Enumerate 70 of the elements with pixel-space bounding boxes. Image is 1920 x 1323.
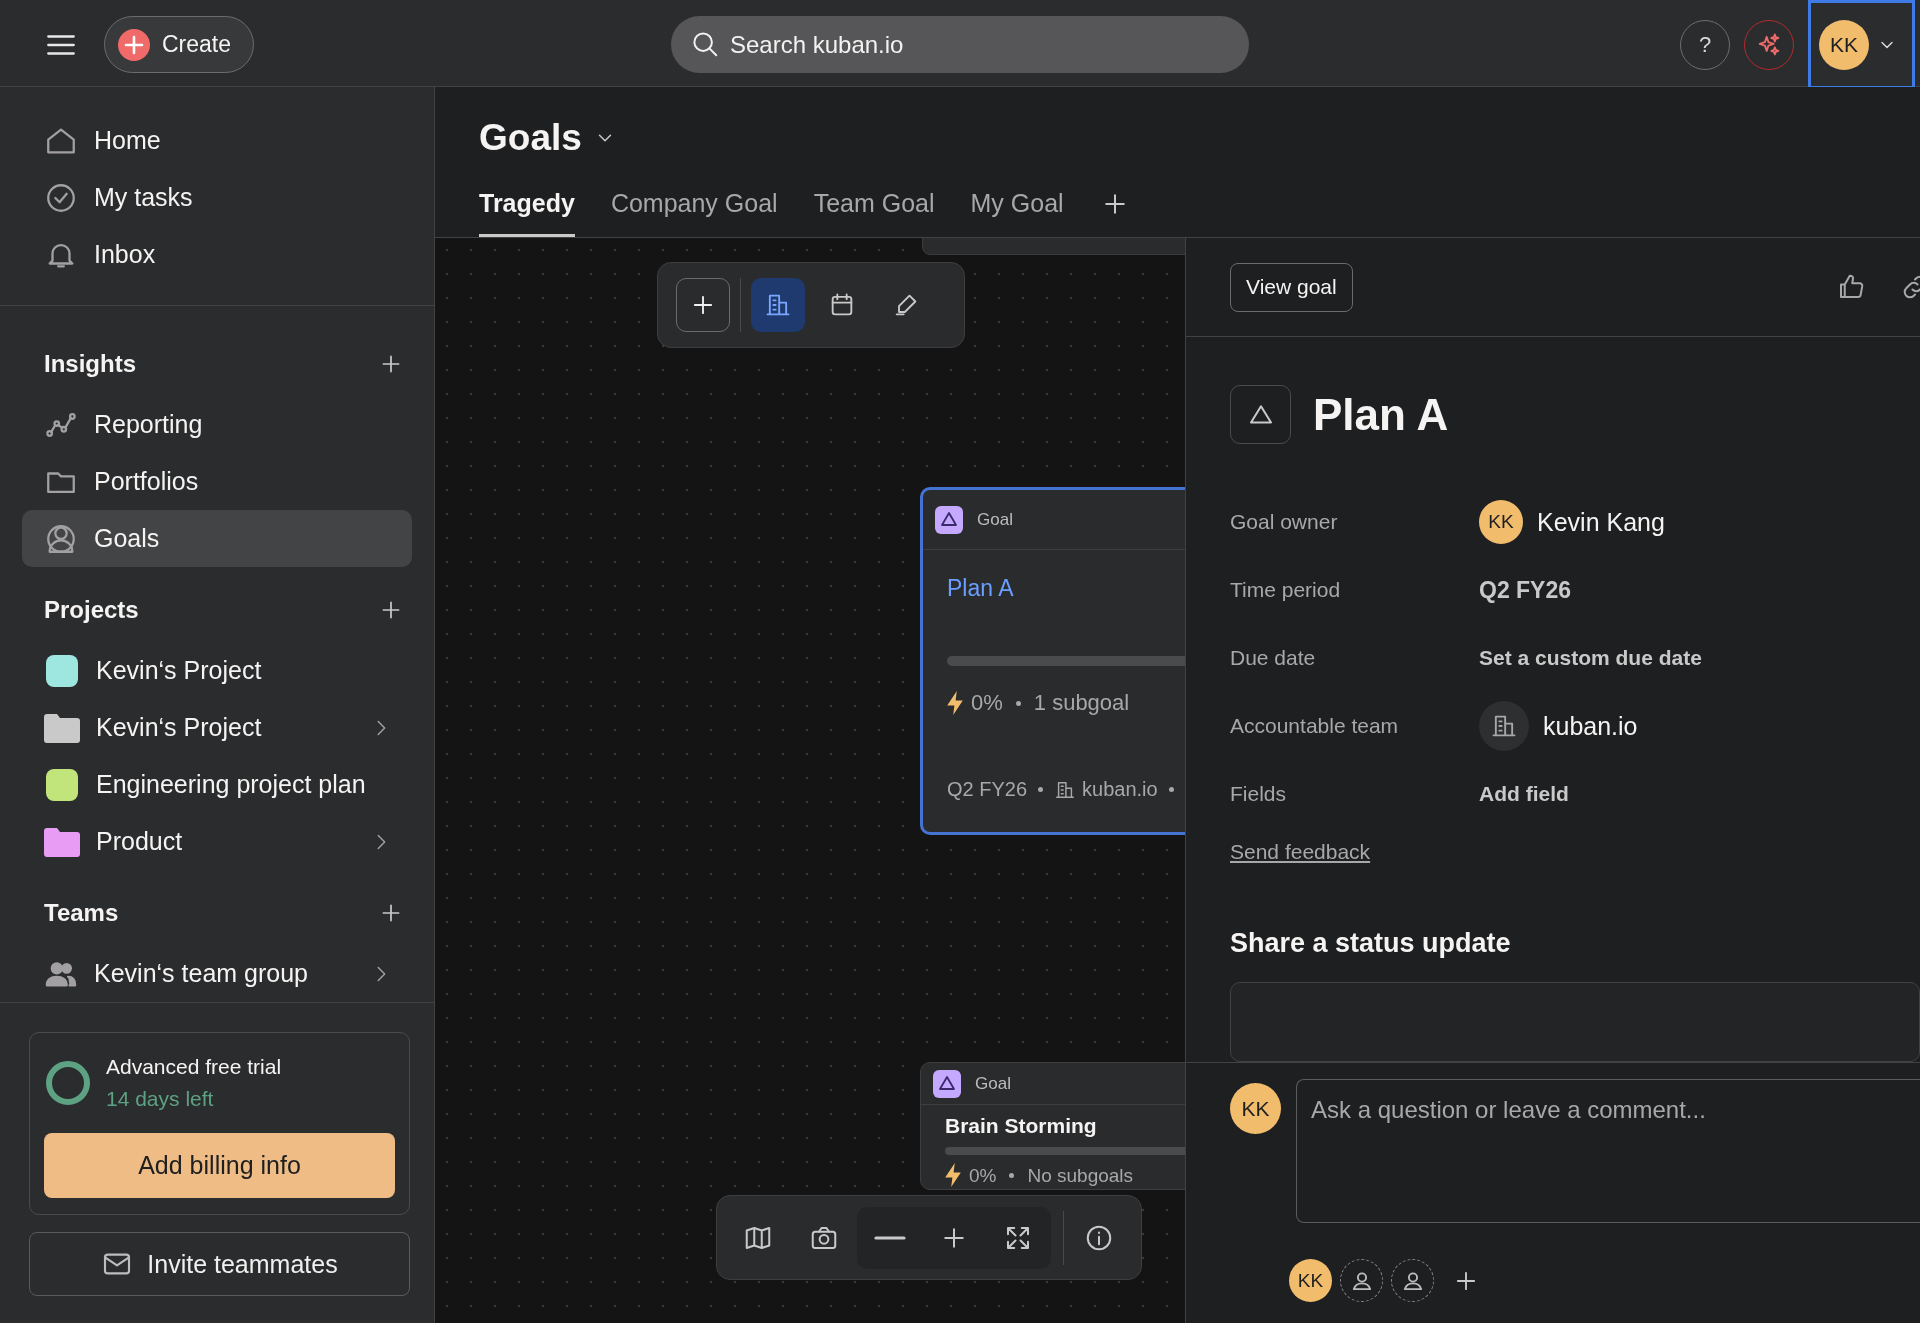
subgoal-count: No subgoals [1027,1165,1134,1185]
card-title: Brain Storming [945,1113,1098,1139]
collaborator-avatar[interactable]: KK [1289,1259,1332,1302]
sidebar-item[interactable]: Product [22,813,412,870]
team-name: kuban.io [1082,778,1158,801]
field-label: Accountable team [1230,714,1400,738]
plus-tool-button[interactable] [676,278,730,332]
goal-card[interactable]: Goal Plan A 0% 1 subgoal Q2 FY26 kuban.io [920,487,1185,835]
separator-dot [1015,700,1021,706]
card-type: Goal [977,509,1013,530]
avatar: KK [1479,500,1523,544]
tab[interactable]: My Goal [970,172,1064,237]
section-heading: Share a status update [1230,928,1512,959]
card-title: Plan A [947,575,1015,603]
days-left: 14 days left [106,1087,215,1111]
lightning-icon [947,691,963,715]
field-value[interactable]: kuban.io [1543,711,1638,741]
time-period: Q2 FY26 [947,778,1028,801]
separator-dot [1038,787,1044,792]
avatar: KK [1230,1083,1281,1134]
minus-icon [874,1233,906,1242]
progress-percent: 0% [971,690,1003,716]
section-title: Teams [44,899,119,927]
create-button[interactable]: Create [104,16,255,73]
progress-percent: 0% [969,1165,997,1185]
sidebar-item[interactable]: Goals [22,510,412,567]
goal-icon [935,505,963,534]
field-label: Due date [1230,646,1317,670]
field-action[interactable]: Add field [1479,782,1569,806]
send-feedback-link[interactable]: Send feedback [1230,840,1371,864]
field-label: Goal owner [1230,510,1339,534]
goal-icon [933,1069,961,1098]
progress-ring-icon [44,1059,92,1107]
field-value[interactable]: Kevin Kang [1537,507,1665,537]
page-title: Goals [479,116,582,159]
building-tool-button[interactable] [751,278,805,332]
sidebar-item[interactable]: My tasks [22,169,412,226]
search-field[interactable]: Search kuban.io [671,16,1249,73]
sidebar-item[interactable]: Kevin‘s Project [22,642,412,699]
sidebar-item[interactable]: Reporting [22,396,412,453]
card-type: Goal [975,1073,1011,1094]
sidebar-item[interactable]: Kevin‘s team group [22,945,412,1002]
goal-card[interactable]: Goal Brain Storming 0% No subgoals [920,1062,1185,1190]
separator-dot [1168,787,1174,792]
sidebar-item[interactable]: Engineering project plan [22,756,412,813]
plus-icon [118,28,150,61]
field-label: Time period [1230,578,1342,602]
subgoal-count: 1 subgoal [1033,690,1130,716]
section-title: Projects [44,596,139,624]
section-title: Insights [44,350,136,378]
field-action[interactable]: Set a custom due date [1479,646,1702,670]
comment-field[interactable]: Ask a question or leave a comment... [1296,1079,1920,1223]
goal-status-button[interactable] [1230,385,1291,444]
avatar: KK [1819,19,1869,70]
field-value[interactable]: Q2 FY26 [1479,576,1572,604]
sidebar-item[interactable]: Portfolios [22,453,412,510]
search-icon [690,29,720,59]
trial-title: Advanced free trial [106,1055,282,1079]
tab[interactable]: Company Goal [610,172,778,237]
field-label: Fields [1230,782,1288,806]
sidebar-item[interactable]: Inbox [22,226,412,283]
add-billing-button[interactable]: Add billing info [44,1133,395,1198]
invite-button[interactable]: Invite teammates [29,1232,410,1296]
goal-title: Plan A [1313,389,1449,440]
separator-dot [1009,1172,1015,1178]
sidebar-item[interactable]: Home [22,112,412,169]
tab[interactable]: Team Goal [813,172,935,237]
lightning-icon [945,1163,961,1187]
view-goal-button[interactable]: View goal [1230,262,1353,312]
sidebar-item[interactable]: Kevin‘s Project [22,699,412,756]
